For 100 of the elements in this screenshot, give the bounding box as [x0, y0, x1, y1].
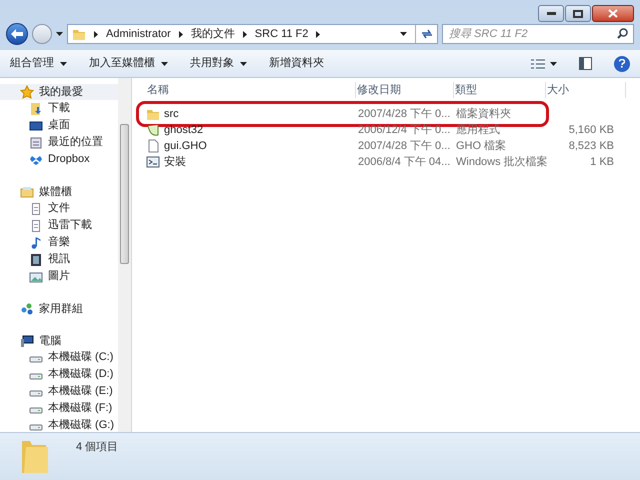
chevron-icon — [94, 30, 98, 38]
table-cell-text: 2006/12/4 下午 0... — [358, 122, 450, 138]
pane-icon — [579, 57, 592, 70]
nav-item-label: 本機磁碟 (G:) — [48, 418, 114, 434]
nav-item[interactable]: 音樂 — [0, 234, 118, 251]
search-icon — [617, 28, 628, 39]
scroll-thumb[interactable] — [120, 124, 129, 264]
breadcrumb[interactable]: 我的文件 — [190, 26, 235, 42]
computer-icon — [20, 334, 34, 348]
nav-item-label: 音樂 — [48, 234, 70, 250]
table-cell-text: 8,523 KB — [568, 138, 614, 154]
nav-group-header[interactable]: 我的最愛 — [0, 84, 118, 100]
maximize-button[interactable] — [565, 5, 591, 22]
toolbar-button[interactable]: 組合管理 — [10, 55, 67, 72]
column-header[interactable]: 修改日期 — [356, 82, 454, 98]
file-name[interactable]: ghost32 — [164, 122, 204, 138]
nav-group-header[interactable]: 家用群組 — [0, 301, 118, 317]
view-options-button[interactable] — [531, 58, 557, 68]
nav-item-label: 本機磁碟 (E:) — [48, 384, 113, 400]
help-button[interactable] — [614, 56, 630, 72]
column-header[interactable]: 大小 — [546, 82, 626, 98]
nav-item[interactable]: 本機磁碟 (E:) — [0, 383, 118, 400]
nav-group-label: 我的最愛 — [39, 84, 83, 100]
nav-item-label: 文件 — [48, 200, 70, 216]
folder-icon — [72, 27, 86, 41]
scrollbar[interactable] — [118, 78, 131, 432]
nav-item-label: 本機磁碟 (D:) — [48, 367, 114, 382]
nav-item[interactable]: 本機磁碟 (G:) — [0, 417, 118, 434]
table-cell-text: GHO 檔案 — [456, 138, 506, 154]
nav-item[interactable]: 下載 — [0, 100, 118, 117]
nav-item[interactable]: 迅雷下載 — [0, 217, 118, 234]
music-note-icon — [29, 236, 43, 250]
table-cell-text: 2006/8/4 下午 04... — [358, 154, 450, 170]
column-header[interactable]: 類型 — [454, 82, 546, 98]
toolbar-button[interactable]: 共用對象 — [190, 55, 247, 72]
nav-group-header[interactable]: 媒體櫃 — [0, 184, 118, 200]
minimize-button[interactable] — [538, 5, 564, 22]
file-name[interactable]: src — [164, 106, 179, 122]
nav-item[interactable]: 圖片 — [0, 268, 118, 285]
nav-item[interactable]: 本機磁碟 (D:) — [0, 366, 118, 383]
recent-places-icon — [29, 136, 43, 150]
table-cell-text: 2007/4/28 下午 0... — [358, 138, 450, 154]
nav-item-label: Dropbox — [48, 152, 90, 168]
table-cell-text: 檔案資料夾 — [456, 106, 511, 122]
nav-item[interactable]: 桌面 — [0, 117, 118, 134]
toolbar-button[interactable]: 加入至媒體櫃 — [89, 55, 168, 72]
batch-file-icon — [146, 155, 160, 169]
nav-item[interactable]: 本機磁碟 (F:) — [0, 400, 118, 417]
chevron-icon — [242, 30, 247, 38]
refresh-arrows-icon — [420, 29, 432, 39]
nav-item-label: 下載 — [48, 101, 70, 116]
caret-icon — [161, 62, 168, 66]
table-cell-text: 1 KB — [590, 154, 614, 170]
minimize-icon — [546, 12, 556, 15]
caret-icon — [240, 62, 247, 66]
back-button[interactable] — [6, 23, 28, 45]
column-header[interactable]: 名稱 — [146, 82, 356, 98]
nav-item[interactable]: 視訊 — [0, 251, 118, 268]
download-folder-icon — [29, 102, 43, 116]
desktop-icon — [29, 118, 43, 132]
maximize-icon — [573, 10, 583, 18]
nav-item-label: 本機磁碟 (C:) — [48, 350, 114, 366]
nav-item[interactable]: 文件 — [0, 200, 118, 217]
nav-item[interactable]: 本機磁碟 (C:) — [0, 349, 118, 366]
question-mark-icon — [619, 59, 625, 68]
breadcrumb[interactable]: SRC 11 F2 — [254, 26, 308, 42]
breadcrumb[interactable]: Administrator — [106, 26, 171, 42]
star-icon — [20, 85, 34, 99]
file-name[interactable]: gui.GHO — [164, 138, 207, 154]
nav-item[interactable]: 最近的位置 — [0, 134, 118, 151]
file-icon — [146, 139, 160, 153]
nav-item-label: 本機磁碟 (F:) — [48, 401, 112, 416]
search-field[interactable]: 搜尋 SRC 11 F2 — [442, 24, 634, 44]
table-cell-text: Windows 批次檔案 — [456, 154, 548, 170]
chevron-icon — [178, 30, 183, 38]
file-name[interactable]: 安裝 — [164, 154, 186, 170]
nav-group-label: 電腦 — [39, 334, 61, 349]
preview-pane-button[interactable] — [579, 57, 592, 70]
nav-item-label: 最近的位置 — [48, 135, 103, 150]
caret-icon — [400, 32, 407, 36]
film-icon — [29, 252, 43, 266]
toolbar-button[interactable]: 新增資料夾 — [269, 55, 324, 72]
nav-item-label: 視訊 — [48, 252, 70, 268]
nav-group-label: 媒體櫃 — [39, 184, 72, 200]
status-text: 4 個項目 — [76, 440, 118, 455]
document-icon — [29, 218, 43, 232]
table-cell-text: 5,160 KB — [568, 122, 614, 138]
caret-icon — [550, 62, 557, 66]
document-icon — [29, 202, 43, 216]
caret-icon — [56, 32, 63, 36]
address-bar[interactable]: Administrator 我的文件 SRC 11 F2 — [67, 24, 438, 44]
table-cell-text: 應用程式 — [456, 122, 500, 138]
folder-icon — [20, 438, 50, 474]
left-arrow-icon — [11, 29, 23, 39]
close-button[interactable] — [592, 5, 634, 22]
nav-item-label: 桌面 — [48, 118, 70, 134]
nav-item[interactable]: Dropbox — [0, 151, 118, 168]
nav-item-label: 迅雷下載 — [48, 218, 92, 234]
homegroup-icon — [20, 302, 34, 316]
nav-group-header[interactable]: 電腦 — [0, 333, 118, 349]
